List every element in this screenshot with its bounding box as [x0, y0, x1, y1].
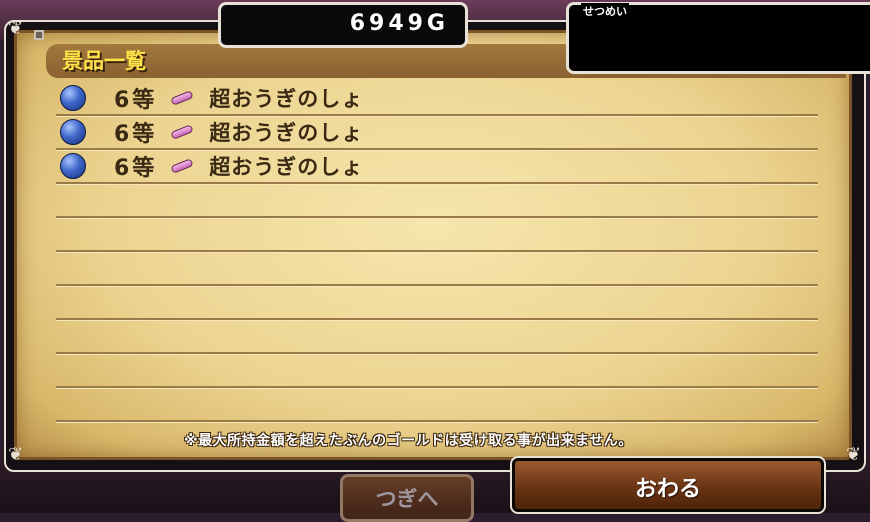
- prize-rank: 6等: [114, 156, 158, 181]
- blue-orb-icon: [60, 153, 86, 179]
- next-button-label: つぎへ: [375, 487, 439, 511]
- prize-name: 超おうぎのしょ: [209, 121, 364, 145]
- corner-ornament-icon: ❦: [8, 18, 24, 39]
- blue-orb-icon: [60, 119, 86, 145]
- ruled-line: [56, 284, 818, 287]
- list-item[interactable]: 6等 超おうぎのしょ: [60, 82, 363, 114]
- description-label: せつめい: [581, 3, 629, 19]
- next-button[interactable]: つぎへ: [340, 474, 474, 522]
- corner-ornament-icon: ❦: [8, 444, 24, 465]
- corner-ornament-icon: ❦: [846, 444, 862, 465]
- scroll-icon: [170, 124, 195, 140]
- prize-rank: 6等: [114, 122, 158, 147]
- description-panel: せつめい: [566, 2, 870, 74]
- gold-display: 6949G: [218, 2, 468, 48]
- prize-name: 超おうぎのしょ: [209, 155, 364, 179]
- ruled-line: [56, 352, 818, 355]
- blue-orb-icon: [60, 85, 86, 111]
- ruled-line: [56, 318, 818, 321]
- scroll-icon: [170, 90, 195, 106]
- gold-amount: 6949G: [349, 11, 449, 36]
- prize-name: 超おうぎのしょ: [209, 87, 364, 111]
- gold-limit-notice: ※最大所持金額を超えたぶんのゴールドは受け取る事が出来ません。: [184, 433, 633, 449]
- ruled-line: [56, 420, 818, 423]
- list-title: 景品一覧: [62, 49, 146, 73]
- end-button[interactable]: おわる: [510, 456, 826, 514]
- list-item[interactable]: 6等 超おうぎのしょ: [60, 150, 363, 182]
- ruled-line: [56, 386, 818, 389]
- scroll-icon: [170, 158, 195, 174]
- ruled-line: [56, 216, 818, 219]
- ruled-line: [56, 250, 818, 253]
- list-item[interactable]: 6等 超おうぎのしょ: [60, 116, 363, 148]
- end-button-label: おわる: [634, 477, 701, 502]
- ruled-line: [56, 182, 818, 185]
- window-marker-icon: [34, 30, 44, 40]
- prize-rank: 6等: [114, 88, 158, 113]
